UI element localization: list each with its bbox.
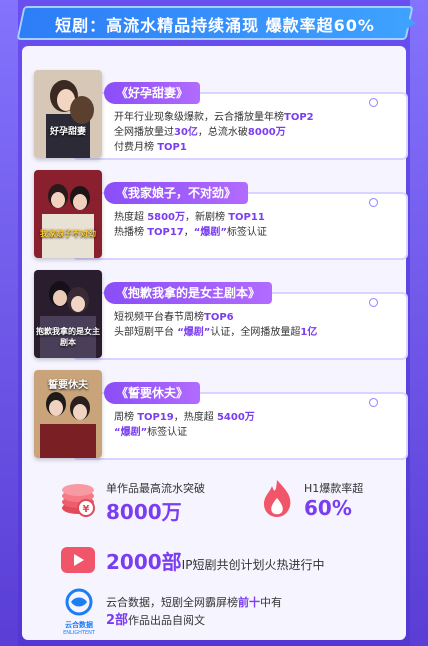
card-dot <box>369 398 378 407</box>
drama-card-1[interactable]: 好孕甜妻 《好孕甜妻》 开年行业现象级爆款，云合播放量年榜TOP2 全网播放量过… <box>34 70 408 160</box>
logo-cn-text: 云合数据 <box>65 621 93 629</box>
card-text: 短视频平台春节周榜TOP6 头部短剧平台 “爆剧”认证，全网播放量超1亿 <box>114 310 384 340</box>
coins-icon: ¥ <box>58 478 98 518</box>
text-line: ，新剧榜 <box>185 212 226 223</box>
ip-value: 2000部 <box>106 550 182 574</box>
poster-image: 誓要休夫 <box>34 370 102 458</box>
text-line: 短视频平台春节周榜 <box>114 312 204 323</box>
text-line: 作品出品自阅文 <box>128 614 206 627</box>
highlight: TOP1 <box>157 142 187 153</box>
page: 短剧：高流水精品持续涌现 爆款率超60% 好孕甜妻 《好孕甜妻》 开年行业现象级… <box>0 0 428 646</box>
text-line: 开年行业现象级爆款，云合播放量年榜 <box>114 112 284 123</box>
poster-title: 我家娘子不对劲 <box>40 229 96 238</box>
highlight: 1亿 <box>300 327 318 338</box>
text-line: 付费月榜 <box>114 142 154 153</box>
text-line: 标签认证 <box>226 227 267 238</box>
text-line: 中有 <box>260 596 282 609</box>
drama-tag: 《抱歉我拿的是女主剧本》 <box>104 282 273 304</box>
text-line: 头部短剧平台 <box>114 327 174 338</box>
highlight: 5400万 <box>216 412 255 423</box>
drama-tag: 《好孕甜妻》 <box>104 82 201 104</box>
right-decoration <box>410 0 428 646</box>
card-dot <box>369 298 378 307</box>
highlight: 2部 <box>106 613 129 628</box>
highlight: TOP19 <box>137 412 174 423</box>
coins-label: 单作品最高流水突破 <box>106 482 205 495</box>
drama-tag: 《我家娘子，不对劲》 <box>104 182 249 204</box>
text-line: ， <box>183 227 194 238</box>
highlight: TOP2 <box>284 112 314 123</box>
svg-text:¥: ¥ <box>83 504 90 515</box>
stats-row-1: ¥ 单作品最高流水突破 8000万 H1爆款率超 60% <box>52 476 388 534</box>
text-line: 认证，全网播放量超 <box>210 327 301 338</box>
yunhe-stat: 云合数据，短剧全网霸屏榜前十中有 2部作品出品自阅文 <box>106 594 386 630</box>
highlight: 前十 <box>238 596 260 609</box>
text-line: 热度超 <box>114 212 144 223</box>
poster-title: 好孕甜妻 <box>49 127 86 137</box>
drama-card-3[interactable]: 抱歉我拿的是女主剧本 《抱歉我拿的是女主剧本》 短视频平台春节周榜TOP6 头部… <box>34 270 408 360</box>
fire-icon <box>258 478 296 518</box>
poster-image: 抱歉我拿的是女主剧本 <box>34 270 102 358</box>
card-text: 热度超 5800万，新剧榜 TOP11 热播榜 TOP17，“爆剧”标签认证 <box>114 210 384 240</box>
poster-image: 好孕甜妻 <box>34 70 102 158</box>
logo-en-text: ENLIGHTENT <box>63 630 95 636</box>
fire-label: H1爆款率超 <box>304 482 364 495</box>
poster-title: 抱歉我拿的是女主剧本 <box>36 327 100 347</box>
drama-card-4[interactable]: 誓要休夫 《誓要休夫》 周榜 TOP19，热度超 5400万 “爆剧”标签认证 <box>34 370 408 460</box>
text-line: 标签认证 <box>147 427 188 438</box>
title-banner: 短剧：高流水精品持续涌现 爆款率超60% <box>16 6 416 40</box>
play-icon <box>60 546 96 574</box>
highlight: 8000万 <box>247 127 286 138</box>
text-line: 周榜 <box>114 412 134 423</box>
card-dot <box>369 98 378 107</box>
highlight: “爆剧” <box>114 427 148 438</box>
text-line: 热播榜 <box>114 227 144 238</box>
highlight: TOP17 <box>147 227 184 238</box>
ip-label: IP短剧共创计划火热进行中 <box>181 558 325 572</box>
card-dot <box>369 198 378 207</box>
drama-card-2[interactable]: 我家娘子不对劲 《我家娘子，不对劲》 热度超 5800万，新剧榜 TOP11 热… <box>34 170 408 260</box>
yunhe-logo: 云合数据 ENLIGHTENT <box>58 588 100 636</box>
left-decoration <box>0 0 18 646</box>
coins-stat: 单作品最高流水突破 8000万 <box>106 480 205 525</box>
coins-value: 8000万 <box>106 500 182 524</box>
highlight: TOP6 <box>204 312 234 323</box>
fire-stat: H1爆款率超 60% <box>304 480 363 520</box>
text-line: 云合数据，短剧全网霸屏榜 <box>106 596 238 609</box>
highlight: 5800万 <box>147 212 186 223</box>
highlight: 30亿 <box>174 127 198 138</box>
text-line: 全网播放量过 <box>114 127 174 138</box>
highlight: “爆剧” <box>177 327 211 338</box>
ip-stat: 2000部IP短剧共创计划火热进行中 <box>106 546 324 575</box>
stats-row-3: 云合数据 ENLIGHTENT 云合数据，短剧全网霸屏榜前十中有 2部作品出品自… <box>52 588 388 646</box>
text-line: ，总流水破 <box>197 127 248 138</box>
highlight: “爆剧” <box>193 227 227 238</box>
drama-tag: 《誓要休夫》 <box>104 382 201 404</box>
text-line: ，热度超 <box>173 412 214 423</box>
poster-image: 我家娘子不对劲 <box>34 170 102 258</box>
fire-value: 60% <box>304 496 352 520</box>
card-text: 开年行业现象级爆款，云合播放量年榜TOP2 全网播放量过30亿，总流水破8000… <box>114 110 384 155</box>
card-text: 周榜 TOP19，热度超 5400万 “爆剧”标签认证 <box>114 410 384 440</box>
page-title: 短剧：高流水精品持续涌现 爆款率超60% <box>55 16 375 35</box>
poster-title: 誓要休夫 <box>48 380 88 391</box>
highlight: TOP11 <box>228 212 265 223</box>
